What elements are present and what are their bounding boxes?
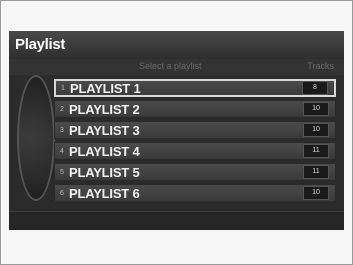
playlist-item[interactable]: 6 PLAYLIST 6 10 [54, 184, 336, 202]
playlist-name: PLAYLIST 1 [70, 80, 141, 96]
playlist-item[interactable]: 1 PLAYLIST 1 8 [54, 79, 336, 97]
track-count: 10 [303, 123, 329, 137]
nav-screen: Playlist Select a playlist Tracks 1 PLAY… [9, 31, 344, 230]
track-count: 11 [303, 144, 329, 158]
playlist-index: 5 [60, 168, 64, 176]
playlist-index: 4 [60, 147, 64, 155]
page-frame: Playlist Select a playlist Tracks 1 PLAY… [0, 0, 353, 265]
tracks-column-header: Tracks [307, 61, 334, 71]
selector-dial[interactable] [17, 75, 55, 201]
select-hint: Select a playlist [139, 61, 202, 71]
playlist-item[interactable]: 3 PLAYLIST 3 10 [54, 121, 336, 139]
track-count: 10 [303, 102, 329, 116]
playlist-item[interactable]: 4 PLAYLIST 4 11 [54, 142, 336, 160]
playlist-name: PLAYLIST 5 [69, 164, 140, 180]
playlist-name: PLAYLIST 3 [69, 122, 140, 138]
playlist-list: 1 PLAYLIST 1 8 2 PLAYLIST 2 10 3 PLAYLIS… [54, 79, 336, 205]
playlist-index: 6 [60, 189, 64, 197]
playlist-name: PLAYLIST 2 [69, 101, 140, 117]
playlist-item[interactable]: 5 PLAYLIST 5 11 [54, 163, 336, 181]
page-title: Playlist [15, 36, 66, 53]
bottom-bar [9, 211, 344, 230]
list-header: Select a playlist Tracks [9, 59, 344, 75]
title-bar: Playlist [9, 31, 344, 60]
playlist-name: PLAYLIST 6 [69, 185, 140, 201]
playlist-name: PLAYLIST 4 [69, 143, 140, 159]
track-count: 11 [303, 165, 329, 179]
playlist-index: 1 [61, 84, 65, 92]
playlist-index: 2 [60, 105, 64, 113]
playlist-item[interactable]: 2 PLAYLIST 2 10 [54, 100, 336, 118]
track-count: 10 [303, 186, 329, 200]
track-count: 8 [302, 81, 328, 95]
playlist-index: 3 [60, 126, 64, 134]
